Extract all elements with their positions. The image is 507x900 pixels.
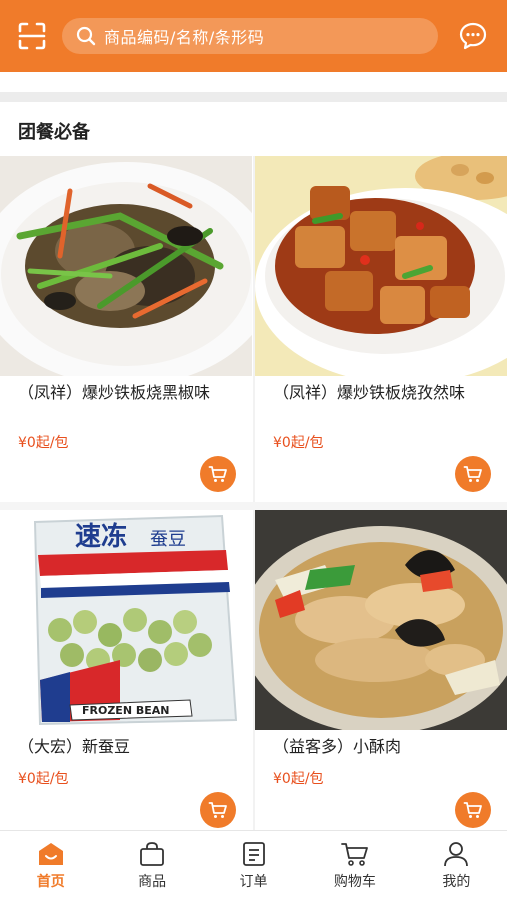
product-name[interactable]: （凤祥）爆炒铁板烧孜然味 xyxy=(273,382,493,404)
tab-label: 我的 xyxy=(442,874,471,890)
top-bar: 商品编码/名称/条形码 xyxy=(0,0,507,72)
product-section: 团餐必备 （凤祥）爆炒铁板烧黑椒味 ¥0起/包 （凤祥）爆炒铁板烧孜然味 ¥0起… xyxy=(0,102,507,830)
product-name[interactable]: （凤祥）爆炒铁板烧黑椒味 xyxy=(18,382,238,404)
home-icon xyxy=(38,843,63,865)
product-price: ¥0起/包 xyxy=(18,435,69,451)
product-image[interactable] xyxy=(255,510,507,730)
package-item-text: 蚕豆 xyxy=(150,529,186,550)
product-price: ¥0起/包 xyxy=(18,771,69,787)
tab-label: 购物车 xyxy=(333,874,376,890)
tab-cart[interactable]: 购物车 xyxy=(304,831,405,900)
scan-icon xyxy=(18,22,46,50)
tab-profile[interactable]: 我的 xyxy=(406,831,507,900)
banner-strip xyxy=(0,72,507,92)
product-image[interactable] xyxy=(255,156,507,376)
cart-icon xyxy=(463,802,482,818)
cart-icon xyxy=(463,466,482,482)
tab-label: 首页 xyxy=(36,874,65,890)
add-to-cart-button[interactable] xyxy=(455,456,491,492)
tab-label: 商品 xyxy=(138,874,167,890)
home-page: 商品编码/名称/条形码 团餐必备 （凤祥）爆炒铁板烧黑椒味 ¥0起/包 （凤祥）… xyxy=(0,0,507,900)
product-name[interactable]: （大宏）新蚕豆 xyxy=(18,736,238,758)
tab-home[interactable]: 首页 xyxy=(0,831,101,900)
search-icon xyxy=(76,26,96,46)
search-placeholder: 商品编码/名称/条形码 xyxy=(104,28,265,47)
bottom-tab-bar: 首页 商品 订单 购物车 我的 xyxy=(0,830,507,900)
bag-icon xyxy=(140,842,165,866)
tab-products[interactable]: 商品 xyxy=(101,831,202,900)
product-card[interactable]: （凤祥）爆炒铁板烧黑椒味 ¥0起/包 xyxy=(0,156,252,492)
product-card[interactable]: （益客多）小酥肉 ¥0起/包 xyxy=(255,510,507,828)
add-to-cart-button[interactable] xyxy=(200,792,236,828)
tab-label: 订单 xyxy=(239,874,268,890)
product-card[interactable]: （凤祥）爆炒铁板烧孜然味 ¥0起/包 xyxy=(255,156,507,492)
section-title: 团餐必备 xyxy=(18,122,90,143)
tab-orders[interactable]: 订单 xyxy=(203,831,304,900)
search-bar[interactable]: 商品编码/名称/条形码 xyxy=(62,18,438,54)
cart-icon xyxy=(341,843,368,866)
product-card[interactable]: 速冻 蚕豆 FROZEN BEAN （大宏）新蚕豆 ¥0起/包 xyxy=(0,510,252,828)
row-divider xyxy=(0,502,507,510)
message-button[interactable] xyxy=(456,19,490,53)
add-to-cart-button[interactable] xyxy=(455,792,491,828)
add-to-cart-button[interactable] xyxy=(200,456,236,492)
order-icon xyxy=(242,842,265,866)
package-english-text: FROZEN BEAN xyxy=(82,704,169,717)
section-gap xyxy=(0,92,507,102)
product-price: ¥0起/包 xyxy=(273,771,324,787)
package-brand-text: 速冻 xyxy=(75,521,127,552)
cart-icon xyxy=(208,802,227,818)
product-name[interactable]: （益客多）小酥肉 xyxy=(273,736,493,758)
message-icon xyxy=(459,22,487,50)
product-image[interactable] xyxy=(0,156,252,376)
scan-button[interactable] xyxy=(14,18,50,54)
cart-icon xyxy=(208,466,227,482)
user-icon xyxy=(444,842,469,867)
product-price: ¥0起/包 xyxy=(273,435,324,451)
product-image[interactable]: 速冻 蚕豆 FROZEN BEAN xyxy=(0,510,252,730)
